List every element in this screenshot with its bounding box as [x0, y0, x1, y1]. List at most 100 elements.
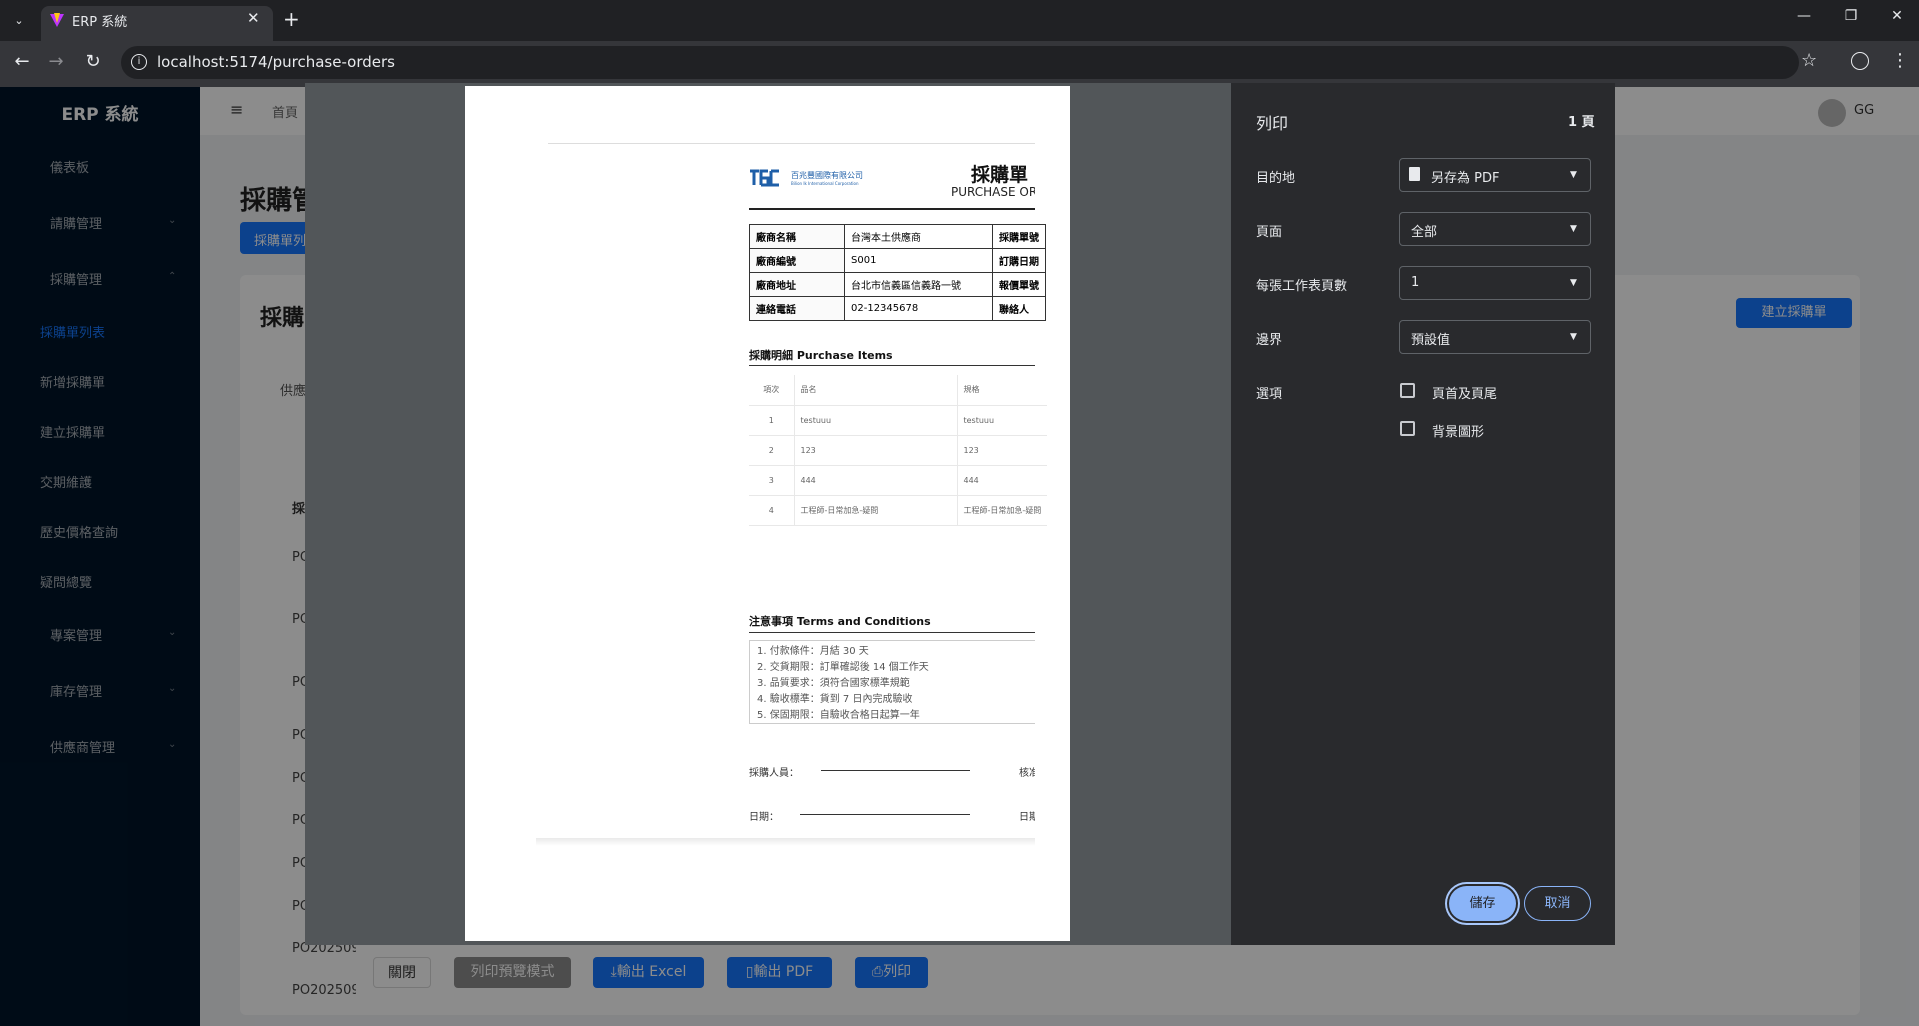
file-icon	[1409, 167, 1420, 181]
chevron-down-icon: ▼	[1570, 224, 1577, 234]
item-name: testuuu	[794, 405, 958, 436]
table-row: 廠商地址 台北市信義區信義路一號 報價單號	[749, 272, 1046, 297]
chevron-down-icon: ▼	[1570, 170, 1577, 180]
window-close-icon[interactable]: ✕	[1882, 8, 1912, 24]
signature-approver-label: 核准	[1019, 768, 1035, 779]
items-section-title: 採購明細 Purchase Items	[749, 349, 893, 362]
column-header: 項次	[749, 375, 795, 406]
signature-date-label-2: 日期	[1019, 812, 1035, 823]
table-row: 廠商名稱 台灣本土供應商 採購單號	[749, 224, 1046, 249]
headers-footers-checkbox[interactable]	[1400, 383, 1415, 398]
headers-footers-label[interactable]: 頁首及頁尾	[1432, 383, 1497, 402]
item-no: 2	[749, 435, 795, 466]
term-line: 1. 付款條件：月結 30 天	[757, 646, 869, 657]
tab-close-icon[interactable]: ✕	[247, 9, 260, 27]
info-value: S001	[844, 248, 993, 273]
document-title: 採購單	[971, 164, 1029, 186]
margins-label: 邊界	[1256, 333, 1283, 348]
cancel-button[interactable]: 取消	[1524, 886, 1591, 921]
terms-rule	[749, 632, 1035, 633]
item-spec: 工程師-日常加急-疑問	[957, 495, 1048, 526]
item-spec: 123	[957, 435, 1048, 466]
column-header: 規格	[957, 375, 1048, 406]
table-row: 1 testuuu testuuu	[749, 405, 1048, 436]
doc-title-rule	[749, 208, 1035, 210]
browser-menu-icon[interactable]: ⋮	[1891, 50, 1909, 71]
table-row: 連絡電話 02-12345678 聯絡人	[749, 296, 1046, 321]
doc-top-rule	[548, 143, 1035, 144]
tab-search-button[interactable]: ⌄	[8, 10, 30, 32]
info-label: 訂購日期	[992, 248, 1046, 273]
info-value: 台北市信義區信義路一號	[844, 272, 993, 297]
terms-section-title: 注意事項 Terms and Conditions	[749, 615, 931, 628]
tab-title: ERP 系統	[72, 15, 128, 30]
info-label: 廠商名稱	[749, 224, 845, 249]
restore-icon[interactable]: ❐	[1836, 8, 1866, 24]
vite-favicon-icon	[50, 13, 64, 27]
term-line: 3. 品質要求：須符合國家標準規範	[757, 678, 910, 689]
table-row: 3 444 444	[749, 465, 1048, 496]
pages-per-sheet-value: 1	[1411, 275, 1420, 290]
background-graphics-label[interactable]: 背景圖形	[1432, 421, 1484, 440]
save-button[interactable]: 儲存	[1449, 886, 1516, 921]
info-label: 採購單號	[992, 224, 1046, 249]
item-no: 3	[749, 465, 795, 496]
item-no: 4	[749, 495, 795, 526]
vendor-info-table: 廠商名稱 台灣本土供應商 採購單號 廠商編號 S001 訂購日期 廠商地址 台北市信義區信…	[749, 224, 1046, 321]
forward-icon[interactable]: →	[44, 51, 68, 72]
reload-icon[interactable]: ↻	[81, 51, 105, 72]
item-spec: testuuu	[957, 405, 1048, 436]
chevron-down-icon: ▼	[1570, 278, 1577, 288]
info-value: 02-12345678	[844, 296, 993, 321]
info-label: 廠商地址	[749, 272, 845, 297]
table-header-row: 項次 品名 規格	[749, 375, 1048, 406]
company-name-en: Bilion Ik International Corporation	[791, 181, 859, 186]
term-line: 5. 保固期限：自驗收合格日起算一年	[757, 710, 920, 721]
chevron-down-icon: ▼	[1570, 332, 1577, 342]
document-subtitle: PURCHASE ORD	[951, 185, 1035, 199]
margins-value: 預設值	[1411, 333, 1451, 348]
background-graphics-checkbox[interactable]	[1400, 421, 1415, 436]
site-info-icon[interactable]: i	[131, 54, 147, 70]
pages-per-sheet-label: 每張工作表頁數	[1256, 279, 1348, 294]
terms-box: 1. 付款條件：月結 30 天 2. 交貨期限：訂單確認後 14 個工作天 3.…	[749, 640, 1035, 724]
info-label: 連絡電話	[749, 296, 845, 321]
doc-bottom-edge	[536, 838, 1035, 846]
term-line: 2. 交貨期限：訂單確認後 14 個工作天	[757, 662, 929, 673]
item-no: 1	[749, 405, 795, 436]
pages-per-sheet-select[interactable]	[1399, 266, 1591, 300]
item-name: 444	[794, 465, 958, 496]
term-line: 4. 驗收標準：貨到 7 日內完成驗收	[757, 694, 913, 705]
items-table: 項次 品名 規格 1 testuuu testuuu 2 123 123 3 444 444 4…	[749, 375, 1048, 526]
minimize-icon[interactable]: —	[1789, 8, 1819, 24]
pages-label: 頁面	[1256, 225, 1283, 240]
item-spec: 444	[957, 465, 1048, 496]
table-row: 4 工程師-日常加急-疑問 工程師-日常加急-疑問	[749, 495, 1048, 526]
signature-line	[800, 814, 970, 815]
table-row: 廠商編號 S001 訂購日期	[749, 248, 1046, 273]
pages-value: 全部	[1411, 225, 1438, 240]
back-icon[interactable]: ←	[10, 51, 34, 72]
items-rule	[749, 365, 1035, 366]
profile-icon[interactable]	[1851, 52, 1869, 70]
company-logo: 百兆豐國際有限公司 Bilion Ik International Corpor…	[750, 169, 863, 187]
item-name: 工程師-日常加急-疑問	[794, 495, 958, 526]
options-label: 選項	[1256, 387, 1283, 402]
info-label: 報價單號	[992, 272, 1046, 297]
info-label: 聯絡人	[992, 296, 1046, 321]
info-value: 台灣本土供應商	[844, 224, 993, 249]
destination-value: 另存為 PDF	[1431, 171, 1500, 186]
url-text[interactable]: localhost:5174/purchase-orders	[157, 53, 395, 71]
print-dialog-title: 列印	[1256, 114, 1289, 133]
page-count: 1 頁	[1568, 115, 1595, 130]
item-name: 123	[794, 435, 958, 466]
signature-line	[821, 770, 970, 771]
column-header: 品名	[794, 375, 958, 406]
new-tab-icon[interactable]: +	[283, 7, 300, 31]
signature-date-label: 日期：	[749, 812, 779, 823]
bookmark-star-icon[interactable]: ☆	[1801, 50, 1817, 71]
info-label: 廠商編號	[749, 248, 845, 273]
company-name-cn: 百兆豐國際有限公司	[791, 170, 863, 180]
signature-buyer-label: 採購人員：	[749, 768, 799, 779]
destination-label: 目的地	[1256, 171, 1296, 186]
